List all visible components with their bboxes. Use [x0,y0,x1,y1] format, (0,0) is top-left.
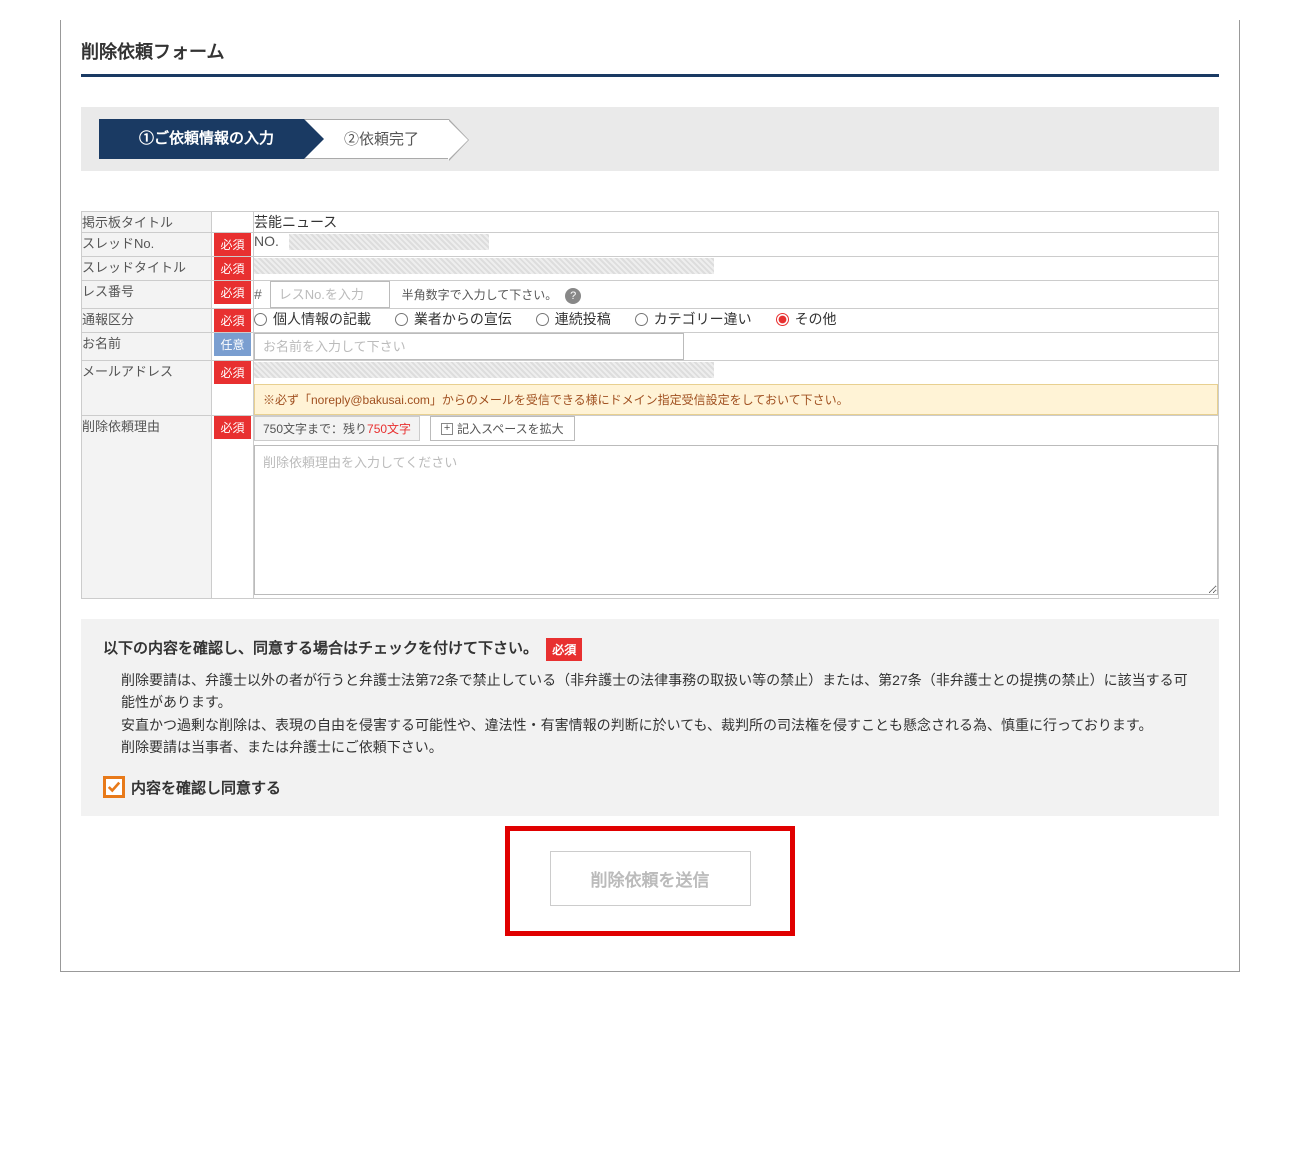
label-reason: 削除依頼理由 [82,416,212,599]
char-counter: 750文字まで：残り750文字 [254,416,420,441]
agreement-block: 以下の内容を確認し、同意する場合はチェックを付けて下さい。 必須 削除要請は、弁… [81,619,1219,816]
radio-wrong-category[interactable]: カテゴリー違い [635,309,752,329]
label-email: メールアドレス [82,361,212,416]
check-icon [107,780,121,794]
required-badge: 必須 [214,416,250,439]
value-board-title: 芸能ニュース [254,212,1219,233]
hash-symbol: # [254,286,262,302]
email-notice: ※必ず「noreply@bakusai.com」からのメールを受信できる様にドメ… [254,384,1218,415]
label-name: お名前 [82,333,212,361]
thread-no-prefix: NO. [254,233,279,249]
step-2: ②依頼完了 [304,119,449,159]
agree-checkbox-label: 内容を確認し同意する [131,777,281,798]
radio-vendor-ad[interactable]: 業者からの宣伝 [395,309,512,329]
step-indicator: ①ご依頼情報の入力 ②依頼完了 [81,107,1219,171]
radio-other[interactable]: その他 [776,309,837,329]
agree-text: 削除要請は、弁護士以外の者が行うと弁護士法第72条で禁止している（非弁護士の法律… [121,669,1197,759]
thread-no-redacted [289,234,489,250]
form-table: 掲示板タイトル 芸能ニュース スレッドNo. 必須 NO. スレッドタイトル 必… [81,211,1219,599]
agree-heading: 以下の内容を確認し、同意する場合はチェックを付けて下さい。 [103,640,538,657]
label-board-title: 掲示板タイトル [82,212,212,233]
agree-checkbox[interactable] [103,776,125,798]
required-badge: 必須 [214,361,250,384]
res-no-input[interactable] [270,281,390,308]
thread-title-redacted [254,258,714,274]
email-redacted [254,362,714,378]
reason-textarea[interactable] [254,445,1218,595]
required-badge: 必須 [214,257,250,280]
help-icon[interactable]: ? [565,288,581,304]
radio-personal-info[interactable]: 個人情報の記載 [254,309,371,329]
plus-icon: + [441,423,453,435]
label-res-no: レス番号 [82,281,212,309]
step-1-active: ①ご依頼情報の入力 [99,119,304,159]
label-report-type: 通報区分 [82,309,212,333]
required-badge: 必須 [546,638,582,661]
required-badge: 必須 [214,309,250,332]
name-input[interactable] [254,333,684,360]
required-badge: 必須 [214,281,250,304]
label-thread-title: スレッドタイトル [82,257,212,281]
radio-spam[interactable]: 連続投稿 [536,309,611,329]
required-badge: 必須 [214,233,250,256]
submit-button[interactable]: 削除依頼を送信 [550,851,751,906]
page-title: 削除依頼フォーム [81,20,1219,77]
res-no-hint: 半角数字で入力して下さい。 [402,288,558,302]
label-thread-no: スレッドNo. [82,233,212,257]
expand-textarea-button[interactable]: +記入スペースを拡大 [430,416,575,441]
optional-badge: 任意 [214,333,250,356]
